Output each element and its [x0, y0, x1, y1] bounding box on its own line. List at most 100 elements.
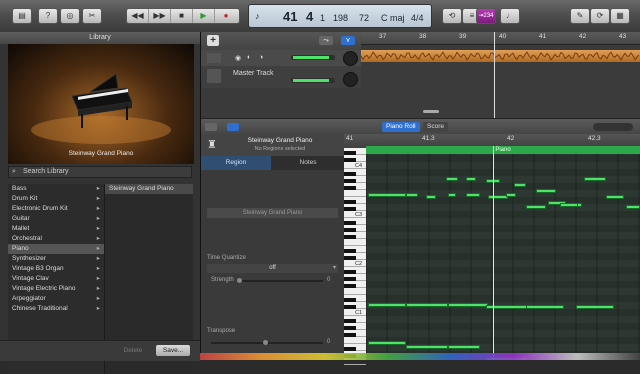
tracks-scrollbar[interactable]	[423, 110, 439, 113]
library-icon[interactable]: ▤	[12, 8, 32, 24]
black-key[interactable]	[344, 326, 356, 330]
tracks-empty-area[interactable]	[361, 62, 640, 118]
category-item[interactable]: Orchestral ▸	[8, 234, 104, 244]
master-pan-knob[interactable]	[343, 72, 358, 87]
midi-region-header[interactable]: Piano	[366, 146, 640, 154]
category-item[interactable]: Vintage Electric Piano ▸	[8, 284, 104, 294]
piano-keyboard[interactable]: C4 C3 C2 C1	[344, 148, 366, 365]
filter-icon[interactable]: ⋎	[341, 36, 355, 45]
lcd-display[interactable]: ♪ 41 4 1 198 72 C maj 4/4	[248, 4, 432, 28]
midi-note[interactable]	[576, 305, 614, 309]
white-key[interactable]	[344, 337, 366, 344]
midi-note[interactable]	[626, 205, 640, 209]
white-key[interactable]	[344, 288, 366, 295]
white-key[interactable]	[344, 239, 366, 246]
midi-note[interactable]	[584, 177, 606, 181]
midi-note[interactable]	[368, 341, 406, 345]
midi-note[interactable]	[506, 193, 516, 197]
add-track-button[interactable]: +	[207, 35, 219, 46]
rewind-icon[interactable]: ◀◀	[127, 9, 149, 23]
black-key[interactable]	[344, 235, 356, 239]
midi-note[interactable]	[406, 345, 448, 349]
playhead-tracks[interactable]	[494, 32, 495, 118]
play-icon[interactable]: ▶	[193, 9, 215, 23]
black-key[interactable]	[344, 179, 356, 183]
metronome-icon[interactable]: ♪	[255, 11, 260, 21]
notes-tab[interactable]: Notes	[273, 156, 343, 170]
category-item[interactable]: Mallet ▸	[8, 224, 104, 234]
midi-note[interactable]	[514, 183, 526, 187]
midi-note[interactable]	[536, 189, 556, 193]
delete-button[interactable]: Delete	[118, 345, 148, 356]
notepad-icon[interactable]: ✎	[570, 8, 590, 24]
black-key[interactable]	[344, 277, 356, 281]
piano-roll-grid[interactable]	[366, 148, 640, 360]
metronome-button[interactable]: ♩	[500, 8, 520, 24]
midi-note[interactable]	[406, 193, 418, 197]
category-item[interactable]: Synthesizer ▸	[8, 254, 104, 264]
black-key[interactable]	[344, 207, 356, 211]
solo-icon[interactable]: ◐	[247, 54, 251, 61]
black-key[interactable]	[344, 186, 356, 190]
midi-note[interactable]	[448, 345, 480, 349]
scissors-icon[interactable]: ✂	[82, 8, 102, 24]
cycle-icon[interactable]: ⟲	[442, 8, 462, 24]
midi-note[interactable]	[426, 195, 436, 199]
black-key[interactable]	[344, 151, 356, 155]
volume-slider[interactable]	[291, 55, 335, 60]
black-key[interactable]	[344, 319, 356, 323]
smart-controls-icon[interactable]: ◎	[60, 8, 80, 24]
mute-icon[interactable]: ◉	[235, 54, 241, 62]
midi-note[interactable]	[526, 305, 564, 309]
black-key[interactable]	[344, 270, 356, 274]
category-item[interactable]: Arpeggiator ▸	[8, 294, 104, 304]
loop-browser-icon[interactable]: ⟳	[590, 8, 610, 24]
strength-slider[interactable]	[237, 278, 323, 283]
black-key[interactable]	[344, 228, 356, 232]
category-item[interactable]: Drum Kit ▸	[8, 194, 104, 204]
playhead-editor[interactable]	[493, 146, 494, 360]
fast-forward-icon[interactable]: ▶▶	[149, 9, 171, 23]
category-item[interactable]: Piano ▸	[8, 244, 104, 254]
help-icon[interactable]: ?	[38, 8, 58, 24]
zoom-slider[interactable]	[593, 123, 633, 131]
timeline-ruler[interactable]: 37 38 39 40 41 42 43	[361, 32, 640, 45]
black-key[interactable]	[344, 333, 356, 337]
white-key[interactable]	[344, 190, 366, 197]
midi-note[interactable]	[526, 205, 546, 209]
category-item[interactable]: Chinese Traditional ▸	[8, 304, 104, 314]
search-input[interactable]: ⌕ Search Library	[8, 166, 192, 178]
midi-note[interactable]	[448, 303, 488, 307]
midi-note[interactable]	[466, 193, 480, 197]
category-item[interactable]: Electronic Drum Kit ▸	[8, 204, 104, 214]
midi-note[interactable]	[606, 195, 624, 199]
black-key[interactable]	[344, 347, 356, 351]
patch-item[interactable]: Steinway Grand Piano	[105, 184, 193, 194]
transpose-slider[interactable]	[211, 340, 323, 345]
black-key[interactable]	[344, 158, 356, 162]
track-header-piano[interactable]: ◉ ◐ ◑	[201, 50, 361, 67]
master-track[interactable]: Master Track	[201, 66, 361, 88]
black-key[interactable]	[344, 284, 356, 288]
count-in-button[interactable]: ⇥234	[476, 8, 496, 24]
media-icon[interactable]: ▦	[610, 8, 630, 24]
score-tab[interactable]: Score	[423, 122, 448, 132]
category-item[interactable]: Vintage B3 Organ ▸	[8, 264, 104, 274]
category-item[interactable]: Bass ▸	[8, 184, 104, 194]
black-key[interactable]	[344, 200, 356, 204]
region-name-field[interactable]: Steinway Grand Piano	[207, 208, 338, 218]
black-key[interactable]	[344, 249, 356, 253]
midi-note[interactable]	[448, 193, 456, 197]
black-key[interactable]	[344, 305, 356, 309]
master-volume-slider[interactable]	[291, 78, 335, 83]
midi-note[interactable]	[446, 177, 458, 181]
midi-note[interactable]	[560, 203, 578, 207]
midi-note[interactable]	[368, 193, 406, 197]
black-key[interactable]	[344, 298, 356, 302]
headphone-icon[interactable]: ◑	[259, 54, 263, 61]
save-button[interactable]: Save...	[156, 345, 190, 356]
midi-note[interactable]	[406, 303, 448, 307]
catch-icon[interactable]: ⤳	[319, 36, 333, 45]
midi-note[interactable]	[488, 195, 508, 199]
quantize-select[interactable]: off	[207, 264, 338, 273]
